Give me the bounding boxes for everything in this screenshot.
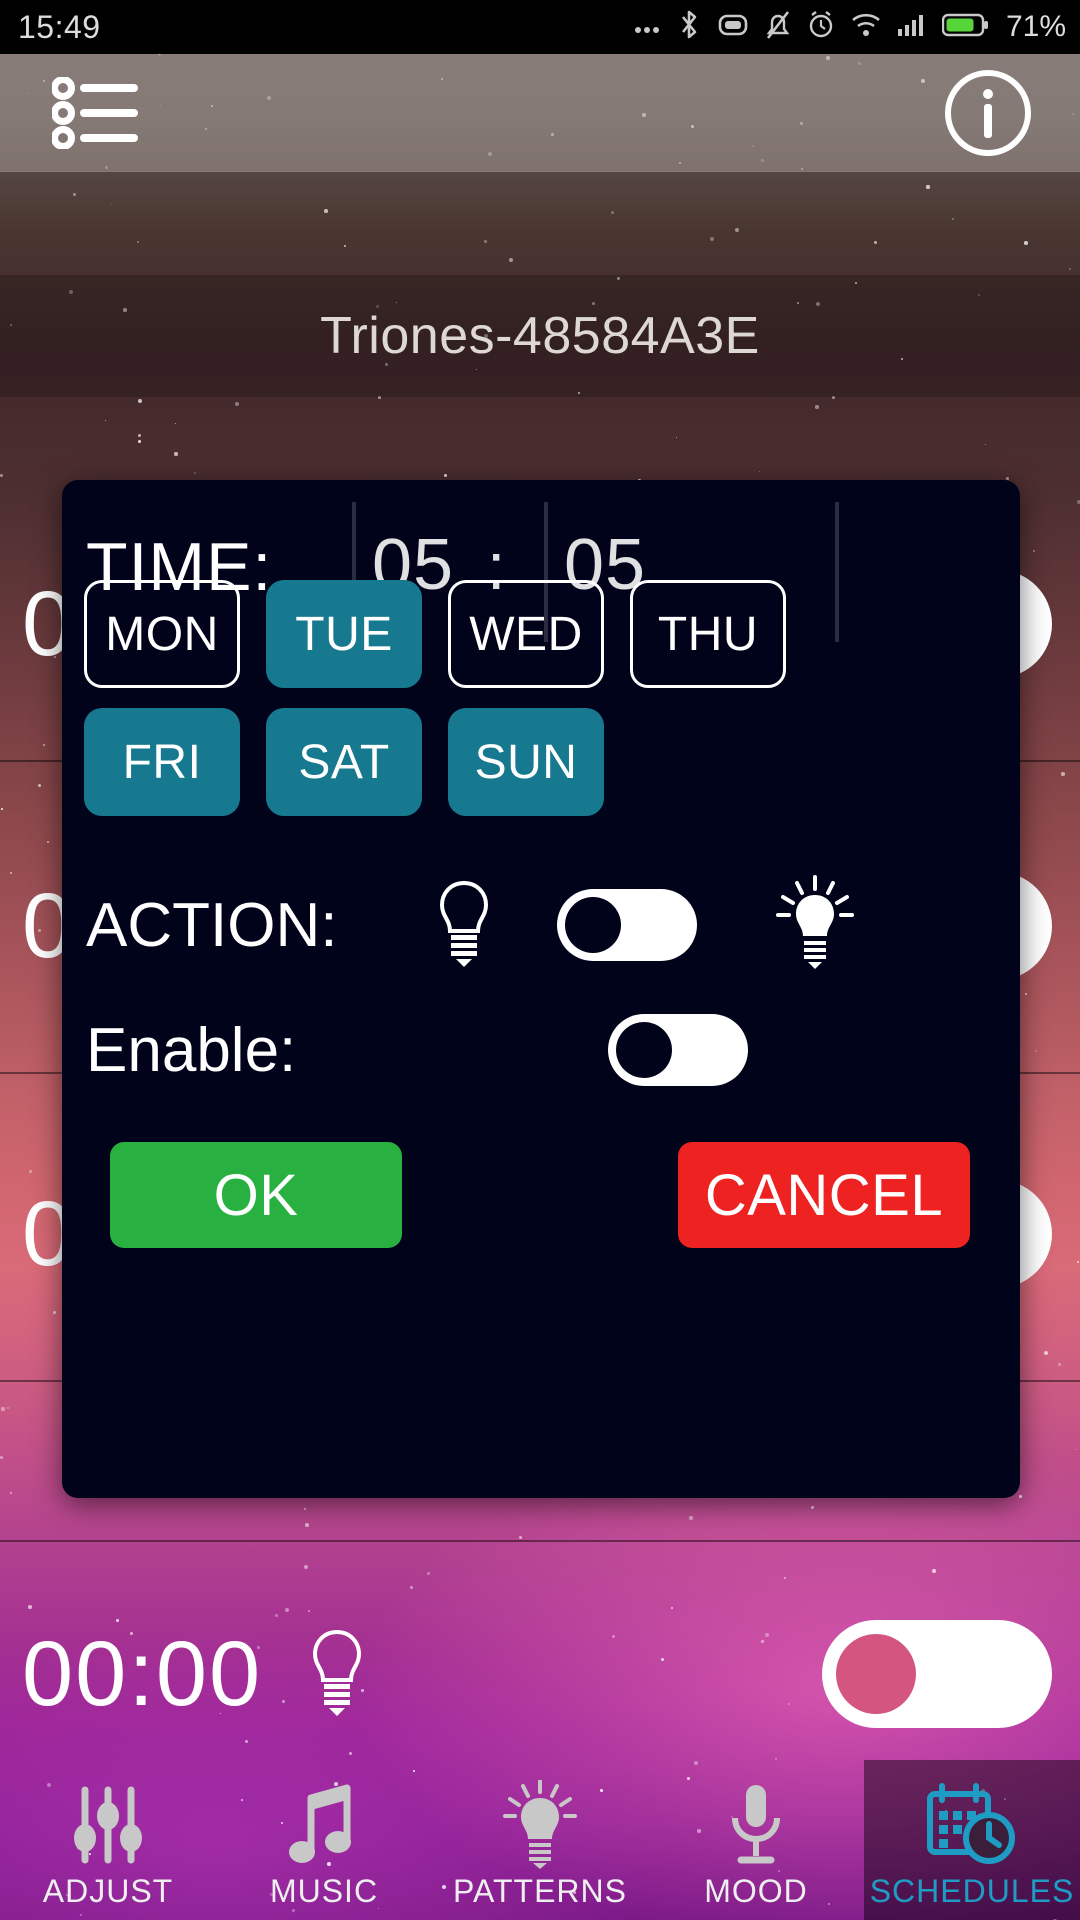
nav-label: MOOD: [704, 1873, 808, 1909]
more-icon: [632, 10, 662, 45]
battery-icon: [941, 11, 990, 44]
status-bar: 15:49 71%: [0, 0, 1080, 54]
bulb-on-icon: [773, 874, 857, 976]
day-button-thu[interactable]: THU: [630, 580, 786, 688]
day-row-2: FRI SAT SUN: [84, 708, 1000, 816]
signal-icon: [896, 11, 928, 44]
nav-item-patterns[interactable]: PATTERNS: [432, 1760, 648, 1920]
nav-item-schedules[interactable]: SCHEDULES: [864, 1760, 1080, 1920]
device-name: Triones-48584A3E: [320, 307, 760, 365]
bulb-on-icon: [498, 1779, 582, 1871]
info-icon[interactable]: [942, 67, 1034, 159]
nav-item-mood[interactable]: MOOD: [648, 1760, 864, 1920]
alarm-icon: [806, 9, 836, 46]
enable-toggle[interactable]: [608, 1014, 749, 1086]
action-row: ACTION:: [62, 865, 1020, 985]
bluetooth-icon: [676, 8, 702, 47]
schedule-row[interactable]: 00:00: [0, 1620, 1080, 1728]
bottom-navigation: ADJUST MUSIC PATTERNS MOOD SCHEDULES: [0, 1760, 1080, 1920]
day-button-fri[interactable]: FRI: [84, 708, 240, 816]
toggle-knob: [565, 897, 622, 953]
ok-button[interactable]: OK: [110, 1142, 402, 1248]
nav-label: SCHEDULES: [869, 1873, 1075, 1909]
bulb-off-icon: [302, 1626, 372, 1723]
action-toggle[interactable]: [557, 889, 698, 961]
nav-item-adjust[interactable]: ADJUST: [0, 1760, 216, 1920]
action-label: ACTION:: [86, 890, 338, 960]
day-button-wed[interactable]: WED: [448, 580, 604, 688]
schedule-time: 00:00: [22, 1622, 263, 1725]
dialog-button-row: OK CANCEL: [62, 1130, 1020, 1260]
schedule-edit-dialog: TIME: 05 : 05 MON TUE WED THU FRI SAT SU…: [62, 480, 1020, 1498]
mute-icon: [764, 9, 792, 46]
enable-label: Enable:: [86, 1015, 297, 1085]
nav-label: PATTERNS: [453, 1873, 627, 1909]
toggle-knob: [616, 1022, 673, 1078]
status-icons: 71%: [632, 8, 1066, 47]
day-button-mon[interactable]: MON: [84, 580, 240, 688]
music-note-icon: [287, 1779, 361, 1871]
day-selector: MON TUE WED THU FRI SAT SUN: [84, 580, 1000, 836]
enable-row: Enable:: [62, 990, 1020, 1110]
wifi-icon: [850, 11, 882, 44]
battery-percent: 71%: [1005, 10, 1066, 43]
nav-label: MUSIC: [269, 1873, 379, 1909]
nav-item-music[interactable]: MUSIC: [216, 1760, 432, 1920]
nav-label: ADJUST: [42, 1873, 174, 1909]
status-clock: 15:49: [18, 8, 101, 45]
day-label: THU: [657, 607, 759, 661]
wearable-icon: [716, 9, 750, 46]
schedule-toggle[interactable]: [822, 1620, 1052, 1728]
calendar-clock-icon: [926, 1779, 1018, 1871]
day-button-sun[interactable]: SUN: [448, 708, 604, 816]
sliders-icon: [72, 1779, 144, 1871]
app-bar: [0, 54, 1080, 172]
day-label: SAT: [298, 735, 390, 789]
day-label: SUN: [474, 735, 578, 789]
day-button-tue[interactable]: TUE: [266, 580, 422, 688]
day-label: WED: [469, 607, 583, 661]
day-button-sat[interactable]: SAT: [266, 708, 422, 816]
device-name-banner: Triones-48584A3E: [0, 275, 1080, 397]
day-row-1: MON TUE WED THU: [84, 580, 1000, 688]
microphone-icon: [721, 1779, 791, 1871]
schedule-divider: [0, 1540, 1080, 1542]
day-label: TUE: [295, 607, 393, 661]
day-label: MON: [105, 607, 219, 661]
list-menu-icon[interactable]: [51, 75, 148, 150]
cancel-button[interactable]: CANCEL: [678, 1142, 970, 1248]
bulb-off-icon: [429, 877, 499, 974]
day-label: FRI: [122, 735, 202, 789]
